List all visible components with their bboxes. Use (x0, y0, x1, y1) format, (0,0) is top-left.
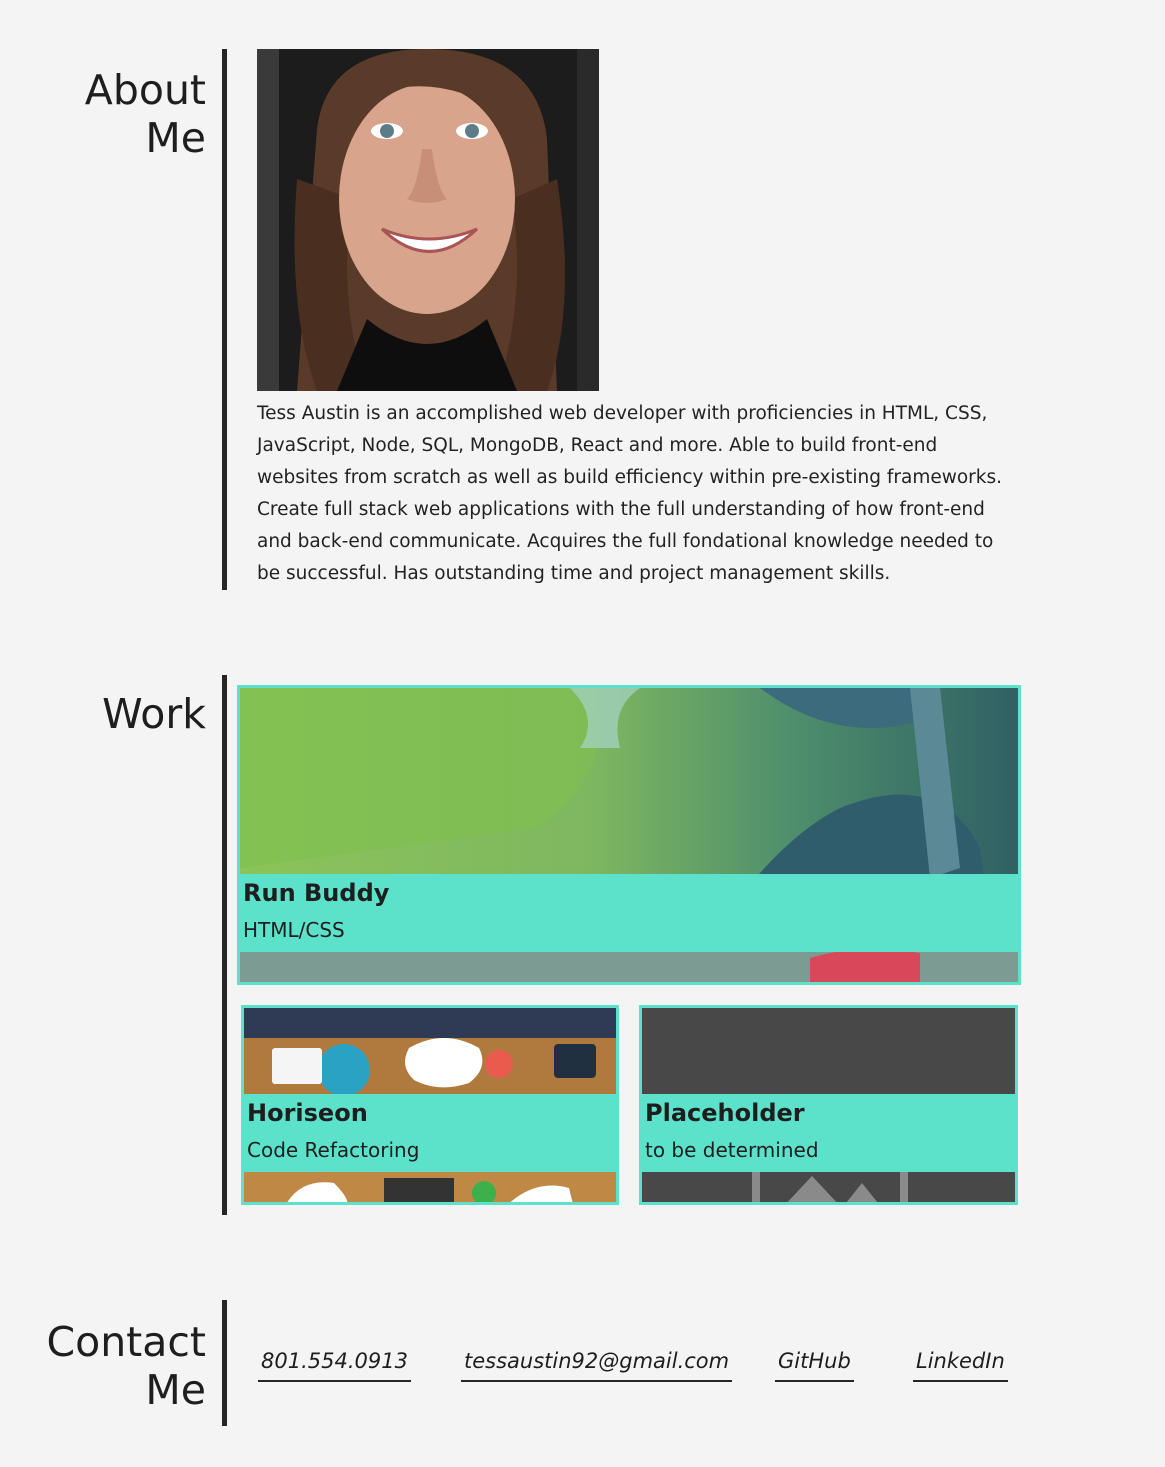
project-title: Horiseon (247, 1099, 368, 1127)
profile-photo (257, 49, 599, 391)
work-divider (222, 675, 227, 1215)
contact-divider (222, 1300, 227, 1426)
project-title: Run Buddy (243, 879, 390, 907)
project-subtitle: to be determined (645, 1138, 819, 1162)
about-bio: Tess Austin is an accomplished web devel… (257, 403, 1003, 584)
email-link[interactable]: tessaustin92@gmail.com (461, 1347, 733, 1382)
about-divider (222, 49, 227, 590)
horiseon-label: Horiseon Code Refactoring (244, 1094, 616, 1172)
project-card-horiseon[interactable]: Horiseon Code Refactoring (241, 1005, 619, 1205)
about-section: About Me Tess Austin is an accomplished … (0, 0, 1165, 620)
project-card-placeholder[interactable]: Placeholder to be determined (639, 1005, 1018, 1205)
placeholder-label: Placeholder to be determined (642, 1094, 1015, 1172)
project-subtitle: HTML/CSS (243, 918, 345, 942)
phone-link[interactable]: 801.554.0913 (258, 1347, 411, 1382)
github-link[interactable]: GitHub (775, 1347, 854, 1382)
work-title: Work (102, 690, 206, 738)
project-title: Placeholder (645, 1099, 805, 1127)
project-card-run-buddy[interactable]: Run Buddy HTML/CSS (237, 685, 1021, 985)
project-subtitle: Code Refactoring (247, 1138, 420, 1162)
run-buddy-label: Run Buddy HTML/CSS (240, 874, 1018, 952)
about-title: About Me (84, 66, 206, 162)
work-section: Work Run Buddy HTML/CSS Horiseon Code Re… (0, 640, 1165, 1240)
linkedin-link[interactable]: LinkedIn (913, 1347, 1008, 1382)
contact-section: Contact Me 801.554.0913 tessaustin92@gma… (0, 1280, 1165, 1467)
contact-title: Contact Me (46, 1318, 206, 1414)
